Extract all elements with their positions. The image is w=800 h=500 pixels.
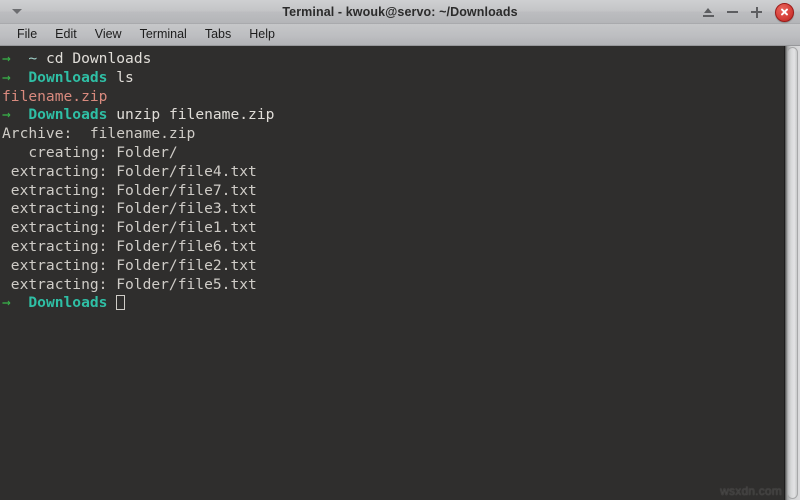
window-title: Terminal - kwouk@servo: ~/Downloads <box>282 4 518 19</box>
terminal-output-line: Archive: filename.zip <box>2 125 784 144</box>
terminal-output-line: extracting: Folder/file6.txt <box>2 238 784 257</box>
terminal-scrollbar[interactable] <box>784 46 800 500</box>
prompt-path: ~ <box>28 50 38 67</box>
menu-item-view[interactable]: View <box>86 26 131 43</box>
archive-filename: filename.zip <box>2 87 108 105</box>
prompt-arrow-icon: → <box>2 50 11 67</box>
output-text: extracting: Folder/file1.txt <box>2 219 257 237</box>
shade-button[interactable] <box>701 5 716 20</box>
terminal-output-line: extracting: Folder/file1.txt <box>2 219 784 238</box>
menu-item-help[interactable]: Help <box>240 26 284 43</box>
output-text: extracting: Folder/file4.txt <box>2 162 257 180</box>
terminal-prompt-line: → ~ cd Downloads <box>2 50 784 69</box>
output-text: extracting: Folder/file2.txt <box>2 256 257 274</box>
minimize-button[interactable] <box>725 5 740 20</box>
watermark: wsxdn.com <box>720 484 782 498</box>
terminal-window: Terminal - kwouk@servo: ~/Downloads File… <box>0 0 800 500</box>
terminal-command: ls <box>116 68 134 86</box>
output-text: extracting: Folder/file5.txt <box>2 275 257 293</box>
maximize-icon <box>751 6 762 18</box>
prompt-arrow-icon: → <box>2 294 11 312</box>
prompt-path: Downloads <box>28 294 108 312</box>
terminal-prompt-line: → Downloads ls <box>2 69 784 88</box>
close-button[interactable] <box>775 2 794 22</box>
terminal-command: unzip filename.zip <box>116 106 275 124</box>
prompt-arrow-icon: → <box>2 106 11 124</box>
terminal-output-line: extracting: Folder/file7.txt <box>2 182 784 201</box>
terminal-output-line: extracting: Folder/file3.txt <box>2 200 784 219</box>
terminal-output-line: creating: Folder/ <box>2 144 784 163</box>
terminal-output-line: filename.zip <box>2 88 784 107</box>
output-text: creating: Folder/ <box>2 143 178 161</box>
scrollbar-thumb[interactable] <box>787 47 798 499</box>
terminal-output-line: extracting: Folder/file2.txt <box>2 257 784 276</box>
terminal-output-line: extracting: Folder/file5.txt <box>2 276 784 295</box>
minimize-icon <box>727 11 738 13</box>
output-text: extracting: Folder/file3.txt <box>2 200 257 218</box>
title-bar: Terminal - kwouk@servo: ~/Downloads <box>0 0 800 24</box>
menu-item-edit[interactable]: Edit <box>46 26 86 43</box>
menu-item-terminal[interactable]: Terminal <box>131 26 196 43</box>
chevron-down-icon <box>12 9 22 14</box>
menu-item-tabs[interactable]: Tabs <box>196 26 240 43</box>
terminal-area: → ~ cd Downloads → Downloads ls filename.z… <box>0 46 800 500</box>
terminal-prompt-line: → Downloads unzip filename.zip <box>2 106 784 125</box>
output-text: extracting: Folder/file7.txt <box>2 181 257 199</box>
close-icon <box>780 8 789 17</box>
window-controls <box>701 0 794 24</box>
terminal-cursor <box>116 295 126 311</box>
terminal-output[interactable]: → ~ cd Downloads → Downloads ls filename.z… <box>0 46 784 500</box>
terminal-command: cd Downloads <box>45 50 152 67</box>
shade-icon <box>703 7 714 17</box>
menu-bar: File Edit View Terminal Tabs Help <box>0 24 800 46</box>
menu-item-file[interactable]: File <box>8 26 46 43</box>
prompt-path: Downloads <box>28 68 108 86</box>
prompt-arrow-icon: → <box>2 68 11 86</box>
terminal-output-line: extracting: Folder/file4.txt <box>2 163 784 182</box>
output-text: extracting: Folder/file6.txt <box>2 237 257 255</box>
terminal-prompt-line: → Downloads <box>2 294 784 313</box>
prompt-path: Downloads <box>28 106 108 124</box>
window-menu-button[interactable] <box>4 1 30 23</box>
output-text: Archive: filename.zip <box>2 125 196 143</box>
maximize-button[interactable] <box>749 5 764 20</box>
